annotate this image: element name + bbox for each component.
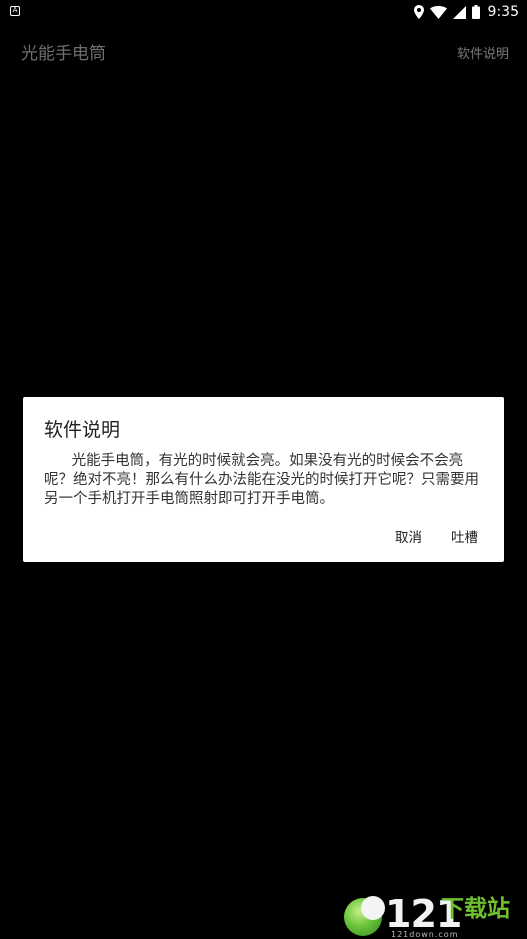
software-info-button[interactable]: 软件说明 (457, 43, 509, 62)
wifi-icon (429, 5, 447, 19)
battery-icon (471, 5, 480, 19)
cellular-signal-icon (452, 5, 466, 19)
info-dialog: 软件说明 光能手电筒，有光的时候就会亮。如果没有光的时候会不会亮呢？绝对不亮！那… (23, 397, 504, 562)
complain-button[interactable]: 吐槽 (451, 526, 478, 546)
status-bar: A 9:35 (0, 0, 527, 24)
dialog-buttons: 取消 吐槽 (395, 526, 478, 546)
cancel-button[interactable]: 取消 (395, 526, 422, 546)
app-bar: 光能手电筒 软件说明 (0, 24, 527, 78)
dialog-message: 光能手电筒，有光的时候就会亮。如果没有光的时候会不会亮呢？绝对不亮！那么有什么办… (44, 453, 479, 507)
location-icon (413, 5, 424, 19)
watermark-brand: 下载站 (441, 896, 510, 922)
app-title: 光能手电筒 (21, 44, 106, 64)
status-time: 9:35 (487, 4, 519, 20)
site-watermark: 121 下载站 121down.com (341, 894, 527, 939)
status-icons: 9:35 (413, 0, 519, 24)
a-box-icon: A (10, 6, 20, 16)
watermark-logo-highlight (361, 896, 385, 920)
dialog-title: 软件说明 (44, 419, 121, 441)
